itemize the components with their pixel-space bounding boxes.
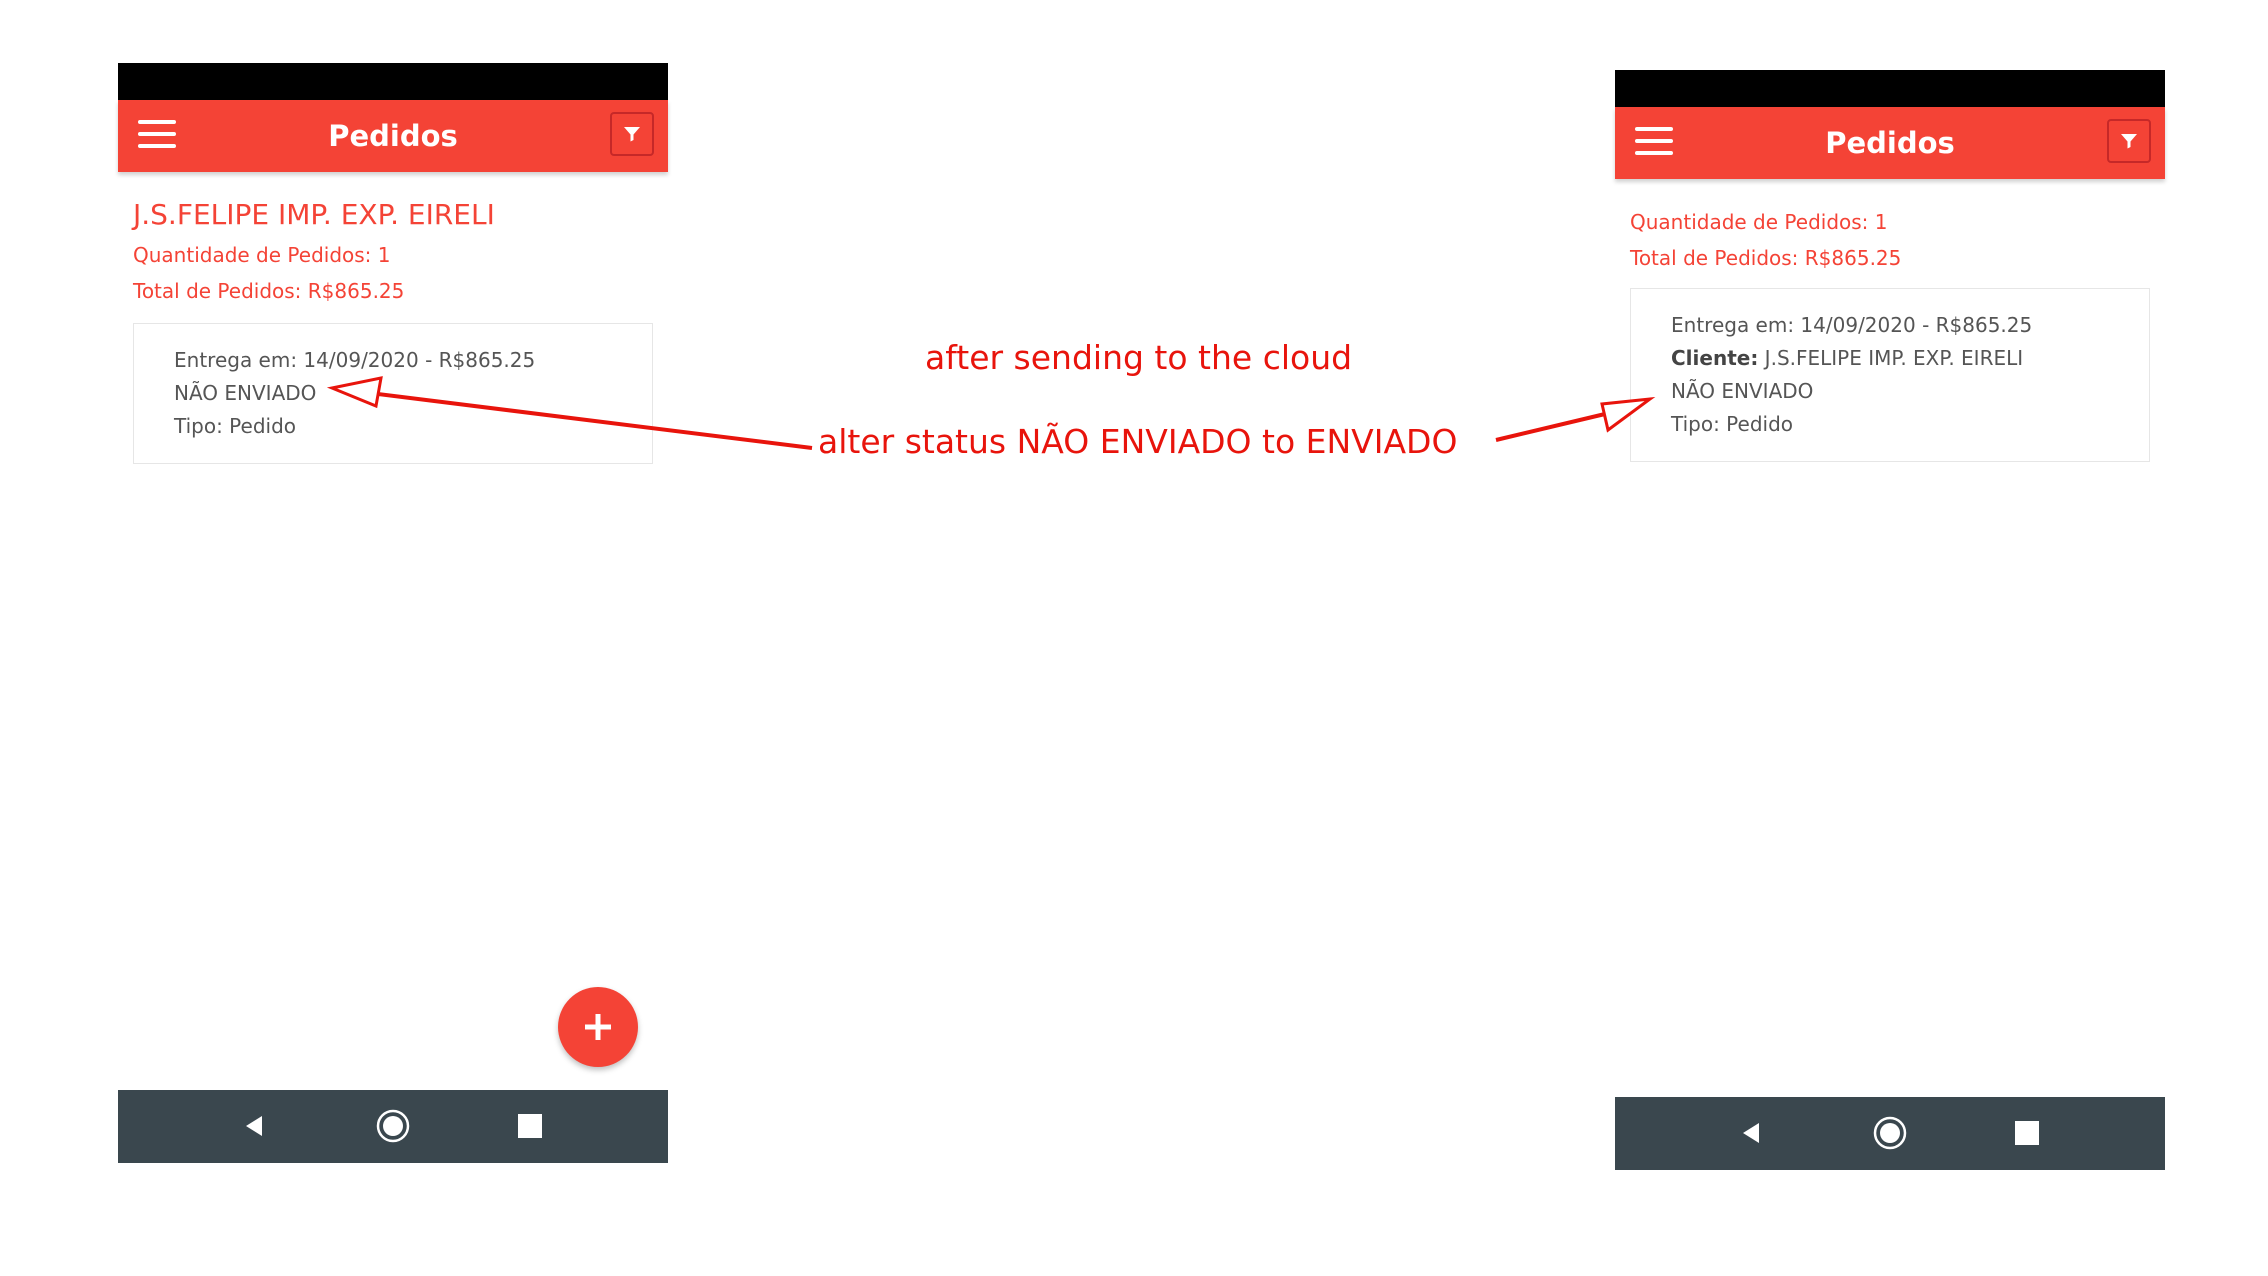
right-arrow [1495, 396, 1656, 442]
annotation-arrows [326, 376, 1656, 450]
left-arrow [326, 376, 813, 450]
